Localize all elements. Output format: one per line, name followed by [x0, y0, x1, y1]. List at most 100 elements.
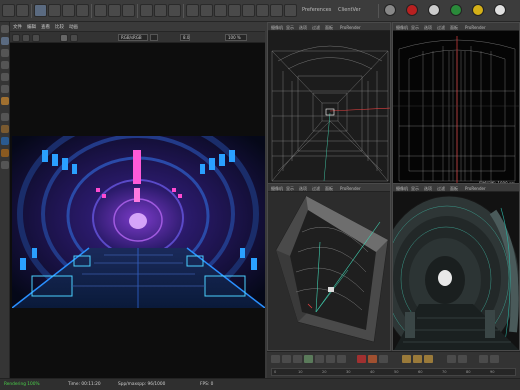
render-picture-viewer-icon[interactable]	[154, 4, 167, 17]
snap-icon[interactable]	[1, 125, 9, 133]
lock-workplane-icon[interactable]	[1, 149, 9, 157]
menu-compare[interactable]: 比较	[55, 24, 64, 30]
menu-view[interactable]: 查看	[41, 24, 50, 30]
stop-icon[interactable]	[22, 33, 30, 42]
lock-icon[interactable]	[60, 33, 68, 42]
viewport-top[interactable]: 摄像机 显示 选项 过滤 面板 ProRender 顶视图	[392, 22, 520, 190]
enable-axis-icon[interactable]	[1, 113, 9, 121]
cube-icon[interactable]	[186, 4, 199, 17]
menu-file[interactable]: 文件	[13, 24, 22, 30]
vp-menu-filter[interactable]: 过滤	[437, 25, 445, 31]
vp-menu-display[interactable]: 显示	[411, 186, 419, 192]
tweak-icon[interactable]	[1, 137, 9, 145]
viewport-perspective-1[interactable]: 摄像机 显示 选项 过滤 面板 ProRender 透视视图	[267, 22, 391, 190]
vp-menu-filter[interactable]: 过滤	[312, 186, 320, 192]
go-to-start-icon[interactable]	[271, 355, 280, 363]
vp-menu-camera[interactable]: 摄像机	[271, 186, 283, 192]
deformer-icon[interactable]	[242, 4, 255, 17]
vp-menu-prorender[interactable]: ProRender	[465, 186, 486, 191]
x-axis-icon[interactable]	[94, 4, 107, 17]
viewport-perspective-2[interactable]: 摄像机 显示 选项 过滤 面板 ProRender 透视视图	[267, 183, 391, 351]
workplane-icon[interactable]	[1, 61, 9, 69]
material-swatch-0[interactable]	[384, 4, 396, 16]
position-key-icon[interactable]	[402, 355, 411, 363]
camera-icon[interactable]	[270, 4, 283, 17]
select-tool-icon[interactable]	[34, 4, 47, 17]
material-swatch-5[interactable]	[494, 4, 506, 16]
vp-menu-panel[interactable]: 面板	[325, 186, 333, 192]
scale-key-icon[interactable]	[413, 355, 422, 363]
vp-menu-prorender[interactable]: ProRender	[465, 25, 486, 30]
material-swatch-2[interactable]	[428, 4, 440, 16]
timeline-window-icon[interactable]	[479, 355, 488, 363]
menu-item-clientver[interactable]: ClientVer	[338, 7, 361, 13]
auto-key-icon[interactable]	[368, 355, 377, 363]
next-frame-icon[interactable]	[315, 355, 324, 363]
prev-key-icon[interactable]	[282, 355, 291, 363]
rotate-tool-icon[interactable]	[76, 4, 89, 17]
material-swatch-4[interactable]	[472, 4, 484, 16]
key-selection-icon[interactable]	[379, 355, 388, 363]
vp-menu-prorender[interactable]: ProRender	[340, 186, 361, 191]
vp-menu-camera[interactable]: 摄像机	[396, 186, 408, 192]
menu-edit[interactable]: 编辑	[27, 24, 36, 30]
vp-menu-prorender[interactable]: ProRender	[340, 25, 361, 30]
channel-select[interactable]: RGB/sRGB	[118, 34, 148, 41]
timeline-track[interactable]: 0 10 20 30 40 50 60 70 80 90	[271, 368, 516, 376]
scale-tool-icon[interactable]	[62, 4, 75, 17]
region-icon[interactable]	[70, 33, 78, 42]
move-tool-icon[interactable]	[48, 4, 61, 17]
zoom-select[interactable]: 100 %	[225, 34, 247, 41]
array-icon[interactable]	[228, 4, 241, 17]
vp-menu-options[interactable]: 选项	[424, 25, 432, 31]
layout-icon[interactable]	[490, 355, 499, 363]
rotation-key-icon[interactable]	[424, 355, 433, 363]
render-view-icon[interactable]	[140, 4, 153, 17]
texture-mode-icon[interactable]	[1, 49, 9, 57]
z-axis-icon[interactable]	[122, 4, 135, 17]
vp-menu-filter[interactable]: 过滤	[437, 186, 445, 192]
vp-menu-options[interactable]: 选项	[424, 186, 432, 192]
vp-menu-panel[interactable]: 面板	[450, 25, 458, 31]
renderer-value[interactable]: 8.0	[180, 34, 190, 41]
planar-workplane-icon[interactable]	[1, 161, 9, 169]
viewport-perspective-3[interactable]: 摄像机 显示 选项 过滤 面板 ProRender 透视视图	[392, 183, 520, 351]
save-icon[interactable]	[32, 33, 40, 42]
channel-dropdown-icon[interactable]	[150, 34, 158, 41]
go-to-end-icon[interactable]	[337, 355, 346, 363]
redo-icon[interactable]	[16, 4, 29, 17]
vp-menu-filter[interactable]: 过滤	[312, 25, 320, 31]
pen-icon[interactable]	[200, 4, 213, 17]
undo-icon[interactable]	[2, 4, 15, 17]
render-settings-icon[interactable]	[168, 4, 181, 17]
vp-menu-camera[interactable]: 摄像机	[396, 25, 408, 31]
menu-animation[interactable]: 动画	[69, 24, 78, 30]
record-icon[interactable]	[357, 355, 366, 363]
light-icon[interactable]	[284, 4, 297, 17]
play-icon[interactable]	[304, 355, 313, 363]
model-mode-icon[interactable]	[1, 37, 9, 45]
vp-menu-display[interactable]: 显示	[286, 186, 294, 192]
vp-menu-options[interactable]: 选项	[299, 186, 307, 192]
vp-menu-camera[interactable]: 摄像机	[271, 25, 283, 31]
vp-menu-display[interactable]: 显示	[411, 25, 419, 31]
points-mode-icon[interactable]	[1, 73, 9, 81]
parameter-icon[interactable]	[458, 355, 467, 363]
y-axis-icon[interactable]	[108, 4, 121, 17]
vp-menu-options[interactable]: 选项	[299, 25, 307, 31]
next-key-icon[interactable]	[326, 355, 335, 363]
vp-menu-display[interactable]: 显示	[286, 25, 294, 31]
render-icon[interactable]	[12, 33, 20, 42]
prev-frame-icon[interactable]	[293, 355, 302, 363]
vp-menu-panel[interactable]: 面板	[450, 186, 458, 192]
material-swatch-3[interactable]	[450, 4, 462, 16]
edges-mode-icon[interactable]	[1, 85, 9, 93]
make-editable-icon[interactable]	[1, 25, 9, 33]
polygons-mode-icon[interactable]	[1, 97, 9, 105]
subdivision-icon[interactable]	[214, 4, 227, 17]
floor-icon[interactable]	[256, 4, 269, 17]
point-level-icon[interactable]	[447, 355, 456, 363]
material-swatch-1[interactable]	[406, 4, 418, 16]
menu-item-preferences[interactable]: Preferences	[302, 7, 331, 13]
vp-menu-panel[interactable]: 面板	[325, 25, 333, 31]
